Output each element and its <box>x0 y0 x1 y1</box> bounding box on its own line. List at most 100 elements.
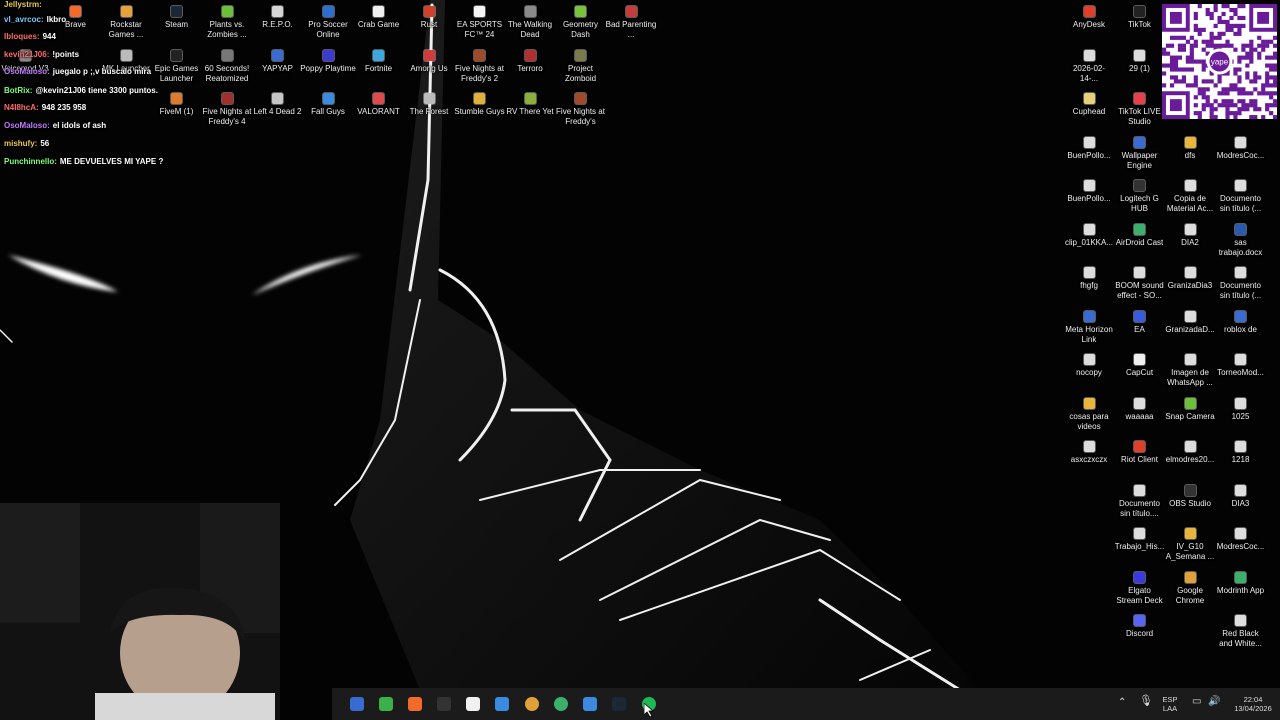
desktop-shortcut-snap-camera[interactable]: Snap Camera <box>1163 397 1217 440</box>
taskbar-button-epic-games[interactable] <box>433 693 455 715</box>
desktop-shortcut-torneomod[interactable]: TorneoMod... <box>1214 354 1268 396</box>
chat-username: OsoMaloso: <box>4 121 50 130</box>
desktop-shortcut-roblox-de[interactable]: roblox de <box>1214 310 1268 353</box>
taskbar-button-calculator[interactable] <box>491 693 513 715</box>
desktop-shortcut-dia2[interactable]: DIA2 <box>1163 223 1217 266</box>
desktop-shortcut-plants-vs-zombies[interactable]: Plants vs. Zombies ... <box>200 6 254 48</box>
desktop-shortcut-geometry-dash[interactable]: Geometry Dash <box>554 6 608 48</box>
desktop-shortcut-rust[interactable]: Rust <box>402 6 456 48</box>
desktop-shortcut-documento-sin-t-tulo[interactable]: Documento sin título (... <box>1214 267 1268 309</box>
poppy-playtime-icon <box>322 49 334 61</box>
desktop-shortcut-elgato-stream-deck[interactable]: Elgato Stream Deck <box>1113 571 1167 614</box>
five-nights-at-freddy-s-icon <box>575 93 586 104</box>
desktop-shortcut-terroro[interactable]: Terroro <box>503 49 557 92</box>
desktop-shortcut-crab-game[interactable]: Crab Game <box>352 6 406 48</box>
desktop-shortcut-buenpollo[interactable]: BuenPollo... <box>1062 180 1116 222</box>
desktop-shortcut-cosas-para-videos[interactable]: cosas para videos <box>1062 397 1116 440</box>
volume-icon[interactable]: 🔊 <box>1208 697 1220 707</box>
desktop-shortcut-asxczxczx[interactable]: asxczxczx <box>1062 441 1116 483</box>
microphone-icon[interactable]: 🎙 <box>1139 696 1153 707</box>
desktop-shortcut-red-black-and-white[interactable]: Red Black and White... <box>1214 615 1268 657</box>
desktop-shortcut-label: The Walking Dead <box>507 20 553 39</box>
desktop-shortcut-imagen-de-whatsapp[interactable]: Imagen de WhatsApp ... <box>1163 354 1217 396</box>
desktop-shortcut-r-e-p-o[interactable]: R.E.P.O. <box>251 6 305 48</box>
desktop-shortcut-boom-sound-effect-so[interactable]: BOOM sound effect - SO... <box>1113 267 1167 309</box>
taskbar-button-xbox[interactable] <box>375 693 397 715</box>
desktop-shortcut-clip-01kka[interactable]: clip_01KKA... <box>1062 223 1116 266</box>
taskbar-button-brave[interactable] <box>404 693 426 715</box>
desktop-shortcut-riot-client[interactable]: Riot Client <box>1113 441 1167 483</box>
desktop-shortcut-fortnite[interactable]: Fortnite <box>352 49 406 92</box>
desktop-shortcut-meta-horizon-link[interactable]: Meta Horizon Link <box>1062 310 1116 353</box>
taskbar-button-notepad[interactable] <box>579 693 601 715</box>
desktop-shortcut-among-us[interactable]: Among Us <box>402 49 456 92</box>
desktop-shortcut-modrinth-app[interactable]: Modrinth App <box>1214 571 1268 614</box>
desktop-shortcut-five-nights-at-freddy-s-2[interactable]: Five Nights at Freddy's 2 <box>453 49 507 92</box>
desktop-shortcut-documento-sin-t-tulo[interactable]: Documento sin título.... <box>1113 484 1167 527</box>
desktop-shortcut-rockstar-games[interactable]: Rockstar Games ... <box>99 6 153 48</box>
desktop-shortcut-the-walking-dead[interactable]: The Walking Dead <box>503 6 557 48</box>
desktop-shortcut-dfs[interactable]: dfs <box>1163 136 1217 179</box>
desktop-shortcut-modrescoc[interactable]: ModresCoc... <box>1214 528 1268 570</box>
desktop-shortcut-google-chrome[interactable]: Google Chrome <box>1163 571 1217 614</box>
desktop-shortcut-logitech-g-hub[interactable]: Logitech G HUB <box>1113 180 1167 222</box>
desktop-shortcut-granizadad[interactable]: GranizadaD... <box>1163 310 1217 353</box>
desktop-shortcut-anydesk[interactable]: AnyDesk <box>1062 6 1116 48</box>
desktop-shortcut-pro-soccer-online[interactable]: Pro Soccer Online <box>301 6 355 48</box>
desktop-shortcut-left-4-dead-2[interactable]: Left 4 Dead 2 <box>251 93 305 135</box>
desktop-shortcut-nocopy[interactable]: nocopy <box>1062 354 1116 396</box>
tray-chevron-icon[interactable]: ⌃ <box>1118 698 1126 708</box>
desktop-shortcut-documento-sin-t-tulo[interactable]: Documento sin título (... <box>1214 180 1268 222</box>
taskbar-button-chrome[interactable] <box>521 693 543 715</box>
desktop-shortcut-fhgfg[interactable]: fhgfg <box>1062 267 1116 309</box>
desktop-shortcut-project-zomboid[interactable]: Project Zomboid <box>554 49 608 92</box>
desktop-shortcut-valorant[interactable]: VALORANT <box>352 93 406 135</box>
desktop-shortcut-bad-parenting[interactable]: Bad Parenting ... <box>604 6 658 48</box>
desktop-shortcut-fall-guys[interactable]: Fall Guys <box>301 93 355 135</box>
desktop-shortcut-poppy-playtime[interactable]: Poppy Playtime <box>300 49 356 92</box>
desktop-shortcut-cuphead[interactable]: Cuphead <box>1062 93 1116 135</box>
taskbar-button-whatsapp[interactable] <box>550 693 572 715</box>
taskbar-button-steam[interactable] <box>608 693 630 715</box>
desktop-shortcut-copia-de-material-ac[interactable]: Copia de Material Ac... <box>1163 180 1217 222</box>
desktop-shortcut-dia3[interactable]: DIA3 <box>1214 484 1268 527</box>
desktop-shortcut-1218[interactable]: 1218 <box>1214 441 1268 483</box>
desktop-shortcut-tiktok[interactable]: TikTok <box>1113 6 1167 48</box>
desktop-shortcut-rv-there-yet[interactable]: RV There Yet <box>503 93 557 135</box>
desktop-shortcut-discord[interactable]: Discord <box>1113 615 1167 657</box>
desktop-shortcut-29-1[interactable]: 29 (1) <box>1113 49 1167 92</box>
desktop-shortcut-label: Bad Parenting ... <box>605 20 657 39</box>
taskbar-button-capcut[interactable] <box>462 693 484 715</box>
desktop-shortcut-sas-trabajo-docx[interactable]: sas trabajo.docx <box>1214 223 1268 266</box>
desktop-shortcut-waaaaa[interactable]: waaaaa <box>1113 397 1167 440</box>
network-icon[interactable]: ▭ <box>1192 697 1201 707</box>
desktop-shortcut-the-forest[interactable]: The Forest <box>402 93 456 135</box>
desktop-shortcut-buenpollo[interactable]: BuenPollo... <box>1062 136 1116 179</box>
desktop-shortcut-2026-02-14[interactable]: 2026-02-14-... <box>1062 49 1116 92</box>
desktop-shortcut-ea-sports-fc-24[interactable]: EA SPORTS FC™ 24 <box>453 6 507 48</box>
desktop-shortcut-yapyap[interactable]: YAPYAP <box>251 49 305 92</box>
desktop-shortcut-iv-g10-a-semana[interactable]: IV_G10 A_Semana ... <box>1163 528 1217 570</box>
language-indicator[interactable]: ESP LAA <box>1158 695 1182 713</box>
desktop-shortcut-elmodres20[interactable]: elmodres20... <box>1163 441 1217 483</box>
desktop-shortcut-fivem-1[interactable]: FiveM (1) <box>150 93 204 135</box>
desktop-shortcut-airdroid-cast[interactable]: AirDroid Cast <box>1113 223 1167 266</box>
clock[interactable]: 22:04 13/04/2026 <box>1230 695 1276 713</box>
desktop-shortcut-obs-studio[interactable]: OBS Studio <box>1163 484 1217 527</box>
desktop-shortcut-five-nights-at-freddy-s-4[interactable]: Five Nights at Freddy's 4 <box>200 93 254 135</box>
desktop-shortcut-modrescoc[interactable]: ModresCoc... <box>1214 136 1268 179</box>
desktop-shortcut-five-nights-at-freddy-s[interactable]: Five Nights at Freddy's <box>554 93 608 135</box>
desktop-shortcut-ea[interactable]: EA <box>1113 310 1167 353</box>
desktop-shortcut-tiktok-live-studio[interactable]: TikTok LIVE Studio <box>1113 93 1167 135</box>
taskbar-button-start[interactable] <box>346 693 368 715</box>
desktop-shortcut-capcut[interactable]: CapCut <box>1113 354 1167 396</box>
desktop-shortcut-brave[interactable]: Brave <box>49 6 103 48</box>
desktop-shortcut-granizadia3[interactable]: GranizaDia3 <box>1163 267 1217 309</box>
desktop-shortcut-1025[interactable]: 1025 <box>1214 397 1268 440</box>
desktop-shortcut-stumble-guys[interactable]: Stumble Guys <box>453 93 507 135</box>
desktop-shortcut-60-seconds-reatomized[interactable]: 60 Seconds! Reatomized <box>200 49 254 92</box>
desktop-shortcut-steam[interactable]: Steam <box>150 6 204 48</box>
desktop-shortcut-trabajo-his[interactable]: Trabajo_His... <box>1113 528 1167 570</box>
desktop-shortcut-wallpaper-engine[interactable]: Wallpaper Engine <box>1113 136 1167 179</box>
desktop-shortcut-label: VALORANT <box>357 107 400 116</box>
